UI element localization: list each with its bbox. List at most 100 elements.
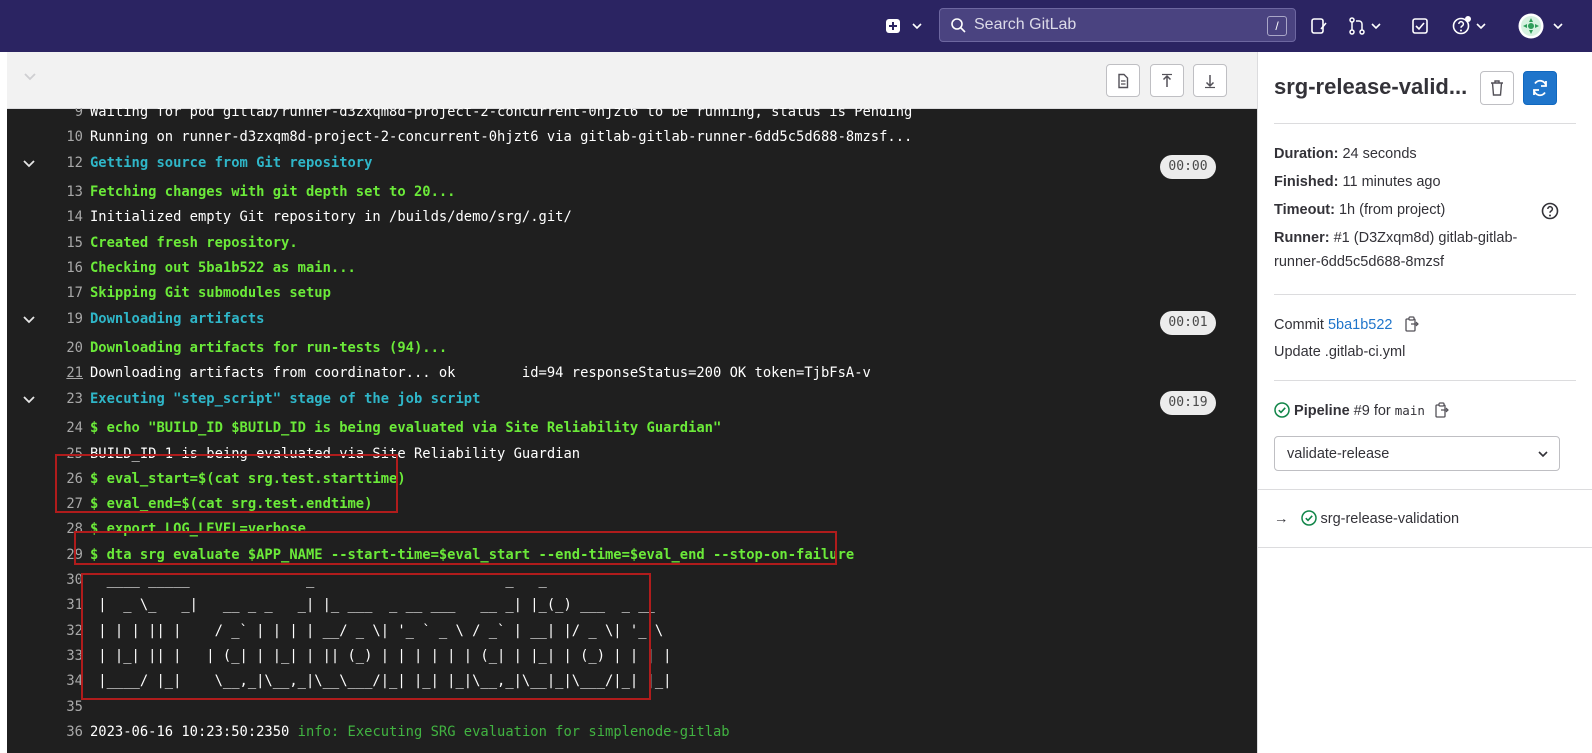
line-number[interactable]: 10	[47, 129, 83, 145]
line-number[interactable]: 34	[47, 673, 83, 689]
log-section-header[interactable]: 19 Downloading artifacts 00:01	[7, 307, 1257, 335]
line-text: 2023-06-16 10:23:50:2350 info: Executing…	[90, 723, 730, 740]
line-text: Downloading artifacts from coordinator..…	[90, 365, 871, 382]
job-list-item-active[interactable]: → srg-release-validation	[1274, 507, 1564, 531]
finished-value: 11 minutes ago	[1338, 174, 1441, 190]
line-text: Downloading artifacts for run-tests (94)…	[90, 340, 448, 357]
line-number[interactable]: 13	[47, 184, 83, 200]
line-number[interactable]: 21	[47, 365, 83, 381]
log-message: : Executing SRG evaluation for simplenod…	[330, 723, 730, 740]
line-text: Initialized empty Git repository in /bui…	[90, 209, 572, 226]
line-number[interactable]: 12	[47, 155, 83, 171]
copy-branch-icon[interactable]	[1435, 402, 1449, 418]
collapse-all-icon[interactable]	[22, 68, 38, 84]
section-duration-badge: 00:19	[1160, 390, 1216, 415]
runner-row: Runner: #1 (D3Zxqm8d) gitlab-gitlab-runn…	[1274, 226, 1564, 274]
chevron-down-icon[interactable]	[22, 393, 36, 407]
log-line: 15 Created fresh repository.	[7, 231, 1257, 256]
todos-button[interactable]	[1406, 12, 1434, 40]
line-number[interactable]: 35	[47, 699, 83, 715]
duration-row: Duration: 24 seconds	[1274, 142, 1564, 166]
commit-sha-link[interactable]: 5ba1b522	[1328, 317, 1393, 333]
log-section-header[interactable]: 12 Getting source from Git repository 00:0…	[7, 151, 1257, 179]
line-text: Skipping Git submodules setup	[90, 285, 331, 302]
line-number[interactable]: 32	[47, 623, 83, 639]
user-menu-button[interactable]	[1515, 12, 1567, 40]
log-line: 16 Checking out 5ba1b522 as main...	[7, 256, 1257, 281]
retry-icon	[1533, 79, 1547, 97]
timeout-value: 1h (from project)	[1334, 202, 1446, 218]
job-log-toolbar	[7, 52, 1257, 109]
commit-message: Update .gitlab-ci.yml	[1274, 344, 1406, 360]
divider	[1274, 123, 1576, 124]
line-number[interactable]: 30	[47, 572, 83, 588]
chevron-down-icon	[1475, 23, 1486, 30]
job-log-panel: 9 Waiting for pod gitlab/runner-d3zxqm8d-…	[7, 52, 1257, 753]
log-line: 20 Downloading artifacts for run-tests (9…	[7, 336, 1257, 361]
divider	[1258, 489, 1592, 490]
chevron-down-icon	[1538, 451, 1548, 458]
question-circle-icon[interactable]	[1541, 202, 1559, 220]
merge-request-icon	[1349, 17, 1365, 35]
issues-icon	[1311, 18, 1327, 34]
search-box[interactable]: /	[939, 8, 1296, 42]
line-number[interactable]: 9	[47, 108, 83, 120]
log-level-label: info	[297, 723, 331, 740]
help-icon	[1452, 16, 1471, 35]
stage-select[interactable]: validate-release	[1274, 436, 1560, 471]
show-raw-log-button[interactable]	[1106, 64, 1140, 97]
duration-value: 24 seconds	[1338, 146, 1417, 162]
pipeline-branch[interactable]: main	[1395, 403, 1425, 418]
top-navigation-bar: /	[0, 0, 1592, 52]
issues-button[interactable]	[1305, 12, 1333, 40]
line-number[interactable]: 36	[47, 724, 83, 740]
divider	[1274, 380, 1576, 381]
line-text: Getting source from Git repository	[90, 154, 373, 171]
finished-row: Finished: 11 minutes ago	[1274, 170, 1564, 194]
retry-job-button[interactable]	[1523, 71, 1557, 105]
pipeline-link[interactable]: #9 for	[1350, 403, 1395, 419]
line-number[interactable]: 24	[47, 420, 83, 436]
line-number[interactable]: 16	[47, 260, 83, 276]
merge-requests-button[interactable]	[1345, 12, 1385, 40]
chevron-down-icon	[1553, 23, 1563, 30]
erase-log-button[interactable]	[1480, 71, 1514, 105]
current-job-arrow-icon: →	[1274, 511, 1289, 527]
log-line: 17 Skipping Git submodules setup	[7, 281, 1257, 306]
scroll-to-bottom-button[interactable]	[1193, 64, 1227, 97]
highlight-box-eval-vars	[55, 454, 398, 513]
raw-log-icon	[1118, 73, 1129, 88]
log-section-header[interactable]: 23 Executing "step_script" stage of the j…	[7, 387, 1257, 415]
line-text: Executing "step_script" stage of the job…	[90, 390, 481, 407]
copy-commit-sha-icon[interactable]	[1404, 316, 1419, 332]
line-text: Fetching changes with git depth set to 2…	[90, 184, 456, 201]
line-number[interactable]: 15	[47, 235, 83, 251]
help-button[interactable]	[1446, 12, 1492, 40]
duration-label: Duration:	[1274, 146, 1339, 162]
todo-checkbox-icon	[1412, 18, 1428, 34]
chevron-down-icon[interactable]	[22, 313, 36, 327]
search-input[interactable]	[972, 15, 1256, 35]
create-new-button[interactable]	[882, 12, 926, 40]
line-text: $ echo "BUILD_ID $BUILD_ID is being eval…	[90, 420, 722, 437]
job-title: srg-release-valid...	[1274, 74, 1468, 99]
line-text: Checking out 5ba1b522 as main...	[90, 260, 356, 276]
line-number[interactable]: 14	[47, 209, 83, 225]
scroll-top-icon	[1162, 73, 1172, 87]
line-text: Waiting for pod gitlab/runner-d3zxqm8d-p…	[90, 108, 913, 120]
trash-icon	[1491, 80, 1503, 96]
log-line: 13 Fetching changes with git depth set to…	[7, 180, 1257, 205]
line-text: Running on runner-d3zxqm8d-project-2-con…	[90, 129, 913, 146]
line-number[interactable]: 19	[47, 311, 83, 327]
line-number[interactable]: 17	[47, 285, 83, 301]
line-number[interactable]: 31	[47, 597, 83, 613]
timeout-label: Timeout:	[1274, 202, 1335, 218]
line-number[interactable]: 23	[47, 391, 83, 407]
divider	[1274, 294, 1576, 295]
line-number[interactable]: 33	[47, 648, 83, 664]
line-number[interactable]: 20	[47, 340, 83, 356]
search-shortcut-hint: /	[1267, 16, 1287, 36]
scroll-to-top-button[interactable]	[1150, 64, 1184, 97]
chevron-down-icon[interactable]	[22, 157, 36, 171]
runner-label: Runner:	[1274, 230, 1330, 246]
